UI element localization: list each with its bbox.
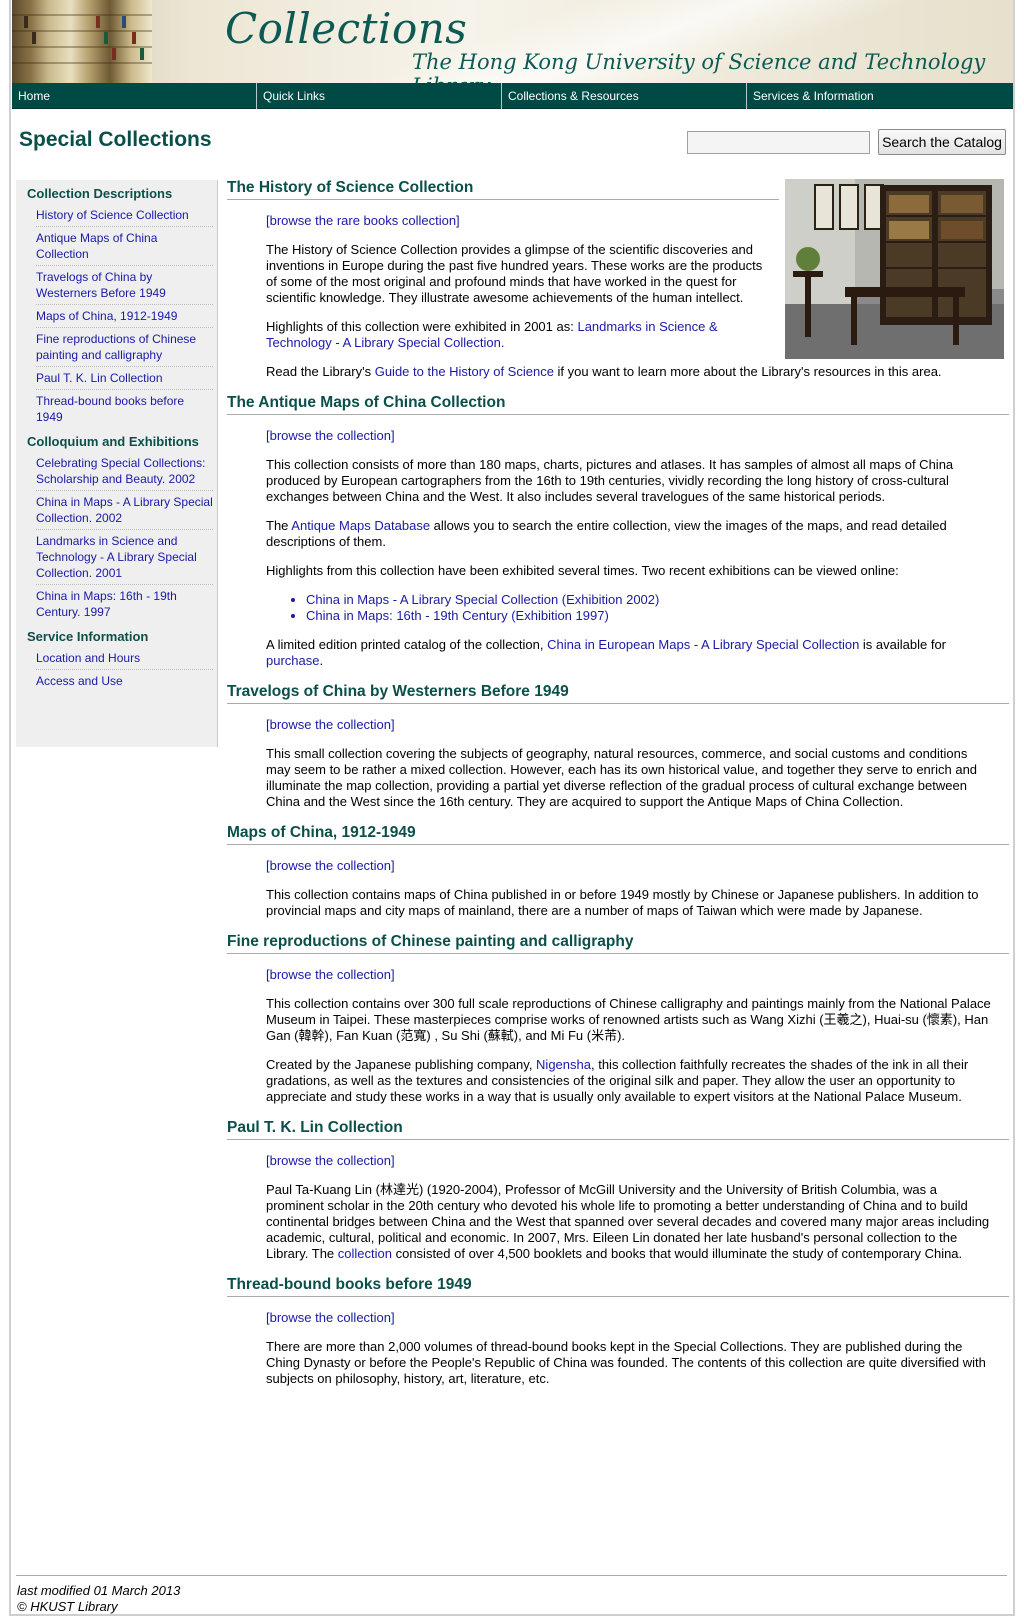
paragraph: Highlights from this collection have bee…	[266, 563, 899, 578]
lin-collection-link[interactable]: collection	[338, 1246, 392, 1261]
paragraph: Paul Ta-Kuang Lin (林達光) (1920-2004), Pro…	[266, 1182, 995, 1262]
paragraph: A limited edition printed catalog of the…	[266, 637, 995, 669]
china-european-maps-link[interactable]: China in European Maps - A Library Speci…	[547, 637, 859, 652]
sidebar-item-history-of-science[interactable]: History of Science Collection	[36, 204, 213, 227]
sidebar-item-paul-lin[interactable]: Paul T. K. Lin Collection	[36, 367, 213, 390]
section-thread-bound: Thread-bound books before 1949 [browse t…	[227, 1275, 1009, 1387]
section-heading: Thread-bound books before 1949	[227, 1275, 1009, 1297]
browse-fine-reproductions-link[interactable]: [browse the collection]	[266, 967, 995, 983]
guide-history-of-science-link[interactable]: Guide to the History of Science	[375, 364, 554, 379]
nav-home[interactable]: Home	[12, 83, 257, 109]
sidebar-heading-colloquium: Colloquium and Exhibitions	[27, 434, 199, 449]
browse-thread-bound-link[interactable]: [browse the collection]	[266, 1310, 995, 1326]
purchase-link[interactable]: purchase	[266, 653, 319, 668]
sidebar-item-maps-of-china[interactable]: Maps of China, 1912-1949	[36, 305, 213, 328]
paragraph: This collection contains over 300 full s…	[266, 996, 991, 1043]
section-fine-reproductions: Fine reproductions of Chinese painting a…	[227, 932, 1009, 1105]
footer: last modified 01 March 2013 © HKUST Libr…	[17, 1583, 180, 1615]
section-history-of-science: The History of Science Collection [brows…	[227, 178, 1009, 380]
section-heading: The History of Science Collection	[227, 178, 779, 200]
main-nav: Home Quick Links Collections & Resources…	[12, 83, 1013, 109]
sidebar-item-antique-maps[interactable]: Antique Maps of China Collection	[36, 227, 213, 266]
sidebar-item-china-in-maps-1997[interactable]: China in Maps: 16th - 19th Century. 1997	[36, 585, 213, 623]
library-shelves-photo	[12, 0, 152, 84]
text: is available for	[859, 637, 947, 652]
sidebar-item-landmarks-2001[interactable]: Landmarks in Science and Technology - A …	[36, 530, 213, 585]
paragraph: This small collection covering the subje…	[266, 746, 978, 809]
section-heading: Travelogs of China by Westerners Before …	[227, 682, 1009, 704]
browse-maps-of-china-link[interactable]: [browse the collection]	[266, 858, 995, 874]
nav-collections-resources[interactable]: Collections & Resources	[502, 83, 747, 109]
last-modified-text: last modified 01 March 2013	[17, 1583, 181, 1598]
browse-rare-books-link[interactable]: [browse the rare books collection]	[266, 213, 779, 229]
sidebar-heading-collection-descriptions: Collection Descriptions	[27, 186, 173, 201]
section-maps-of-china: Maps of China, 1912-1949 [browse the col…	[227, 823, 1009, 919]
text: The	[266, 518, 292, 533]
section-travelogs: Travelogs of China by Westerners Before …	[227, 682, 1009, 810]
paragraph: Created by the Japanese publishing compa…	[266, 1057, 995, 1105]
paragraph: The Antique Maps Database allows you to …	[266, 518, 995, 550]
text: A limited edition printed catalog of the…	[266, 637, 548, 652]
section-antique-maps: The Antique Maps of China Collection [br…	[227, 393, 1009, 669]
browse-paul-lin-link[interactable]: [browse the collection]	[266, 1153, 995, 1169]
sidebar-item-travelogs[interactable]: Travelogs of China by Westerners Before …	[36, 266, 213, 305]
paragraph: This collection contains maps of China p…	[266, 887, 979, 918]
paragraph: Highlights of this collection were exhib…	[266, 319, 766, 351]
main-content: The History of Science Collection [brows…	[227, 178, 1009, 1387]
search-catalog-button[interactable]: Search the Catalog	[878, 129, 1006, 155]
section-heading: Maps of China, 1912-1949	[227, 823, 1009, 845]
text: if you want to learn more about the Libr…	[553, 364, 942, 379]
sidebar-item-thread-bound[interactable]: Thread-bound books before 1949	[36, 390, 213, 428]
text: Highlights of this collection were exhib…	[266, 319, 578, 334]
section-heading: Fine reproductions of Chinese painting a…	[227, 932, 1009, 954]
text: consisted of over 4,500 booklets and boo…	[391, 1246, 963, 1261]
antique-maps-database-link[interactable]: Antique Maps Database	[291, 518, 430, 533]
section-heading: Paul T. K. Lin Collection	[227, 1118, 1009, 1140]
browse-travelogs-link[interactable]: [browse the collection]	[266, 717, 995, 733]
sidebar-list-collections: History of Science Collection Antique Ma…	[16, 204, 217, 428]
banner-subtitle: The Hong Kong University of Science and …	[412, 50, 986, 84]
paragraph: Read the Library's Guide to the History …	[266, 364, 995, 380]
sidebar-item-access-use[interactable]: Access and Use	[36, 670, 213, 692]
paragraph: There are more than 2,000 volumes of thr…	[266, 1339, 986, 1386]
catalog-search-input[interactable]	[687, 131, 870, 154]
sidebar-heading-service-information: Service Information	[27, 629, 149, 644]
text: Read the Library's	[266, 364, 375, 379]
page-title: Special Collections	[19, 128, 212, 151]
text: Created by the Japanese publishing compa…	[266, 1057, 537, 1072]
sidebar-list-exhibitions: Celebrating Special Collections: Scholar…	[16, 452, 217, 623]
exhibition-list: China in Maps - A Library Special Collec…	[266, 592, 995, 624]
exhibition-link-1997[interactable]: China in Maps: 16th - 19th Century (Exhi…	[306, 608, 995, 624]
sidebar-item-fine-reproductions[interactable]: Fine reproductions of Chinese painting a…	[36, 328, 213, 367]
sidebar-item-china-in-maps-2002[interactable]: China in Maps - A Library Special Collec…	[36, 491, 213, 530]
browse-maps-link[interactable]: [browse the collection]	[266, 428, 995, 444]
paragraph: The History of Science Collection provid…	[266, 242, 763, 305]
text: .	[319, 653, 324, 668]
paragraph: This collection consists of more than 18…	[266, 457, 954, 504]
nav-services-information[interactable]: Services & Information	[747, 83, 1013, 109]
section-paul-lin: Paul T. K. Lin Collection [browse the co…	[227, 1118, 1009, 1262]
page-frame: Collections The Hong Kong University of …	[0, 0, 1024, 1623]
sidebar: Collection Descriptions History of Scien…	[16, 180, 218, 747]
sidebar-item-celebrating-special-collections[interactable]: Celebrating Special Collections: Scholar…	[36, 452, 213, 491]
copyright-text: © HKUST Library	[17, 1599, 118, 1614]
site-banner: Collections The Hong Kong University of …	[12, 0, 1013, 84]
sidebar-list-services: Location and Hours Access and Use	[16, 647, 217, 692]
nav-quick-links[interactable]: Quick Links	[257, 83, 502, 109]
sidebar-item-location-hours[interactable]: Location and Hours	[36, 647, 213, 670]
nigensha-link[interactable]: Nigensha	[536, 1057, 591, 1072]
banner-title: Collections	[225, 4, 468, 53]
exhibition-link-2002[interactable]: China in Maps - A Library Special Collec…	[306, 592, 995, 608]
section-heading: The Antique Maps of China Collection	[227, 393, 1009, 415]
footer-divider	[16, 1575, 1007, 1576]
